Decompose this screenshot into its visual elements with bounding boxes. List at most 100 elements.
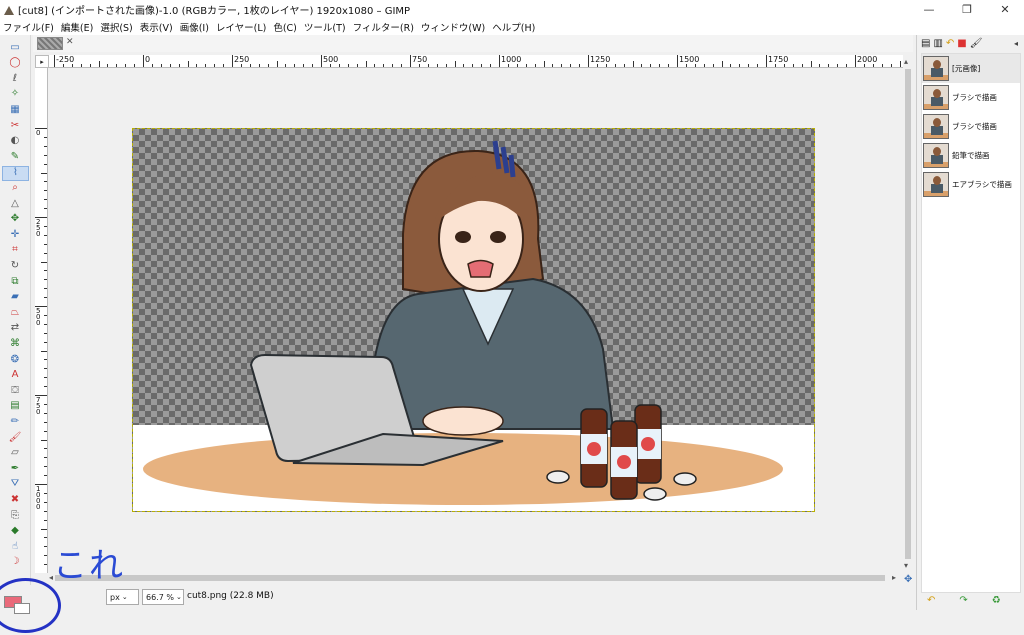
ruler-label: 750 <box>36 396 41 416</box>
ruler-minor-tick <box>44 368 47 370</box>
image-tab-thumbnail[interactable] <box>37 37 63 50</box>
horizontal-scrollbar[interactable]: ◂ ▸ <box>49 573 904 583</box>
dock-menu-icon[interactable]: ◂ <box>1014 39 1018 48</box>
history-item[interactable]: エアブラシで描画 <box>922 170 1020 199</box>
scale-icon[interactable]: ⧉ <box>8 275 22 288</box>
menu-item[interactable]: フィルター(R) <box>353 20 414 34</box>
ruler-minor-tick <box>44 430 47 432</box>
free-select-icon[interactable]: ℓ <box>8 72 22 85</box>
quick-mask-toggle[interactable]: ▸ <box>35 55 49 68</box>
navigate-icon[interactable]: ✥ <box>904 574 912 585</box>
dock-tabs: ▤ ▥ ↶ ■ 🖌 <box>921 38 982 49</box>
ruler-minor-tick <box>44 270 47 272</box>
ruler-minor-tick <box>872 64 874 67</box>
crop-icon[interactable]: ⌗ <box>8 244 22 257</box>
layers-tab-icon[interactable]: ▤ <box>921 38 930 49</box>
menu-item[interactable]: 選択(S) <box>100 20 132 34</box>
brushes-tab-icon[interactable]: ■ <box>957 38 966 49</box>
ruler-minor-tick <box>356 64 358 67</box>
horizontal-scroll-thumb[interactable] <box>55 575 885 581</box>
channels-tab-icon[interactable]: ▥ <box>933 38 942 49</box>
rotate-icon[interactable]: ↻ <box>8 259 22 272</box>
ruler-minor-tick <box>44 466 47 468</box>
canvas-area[interactable] <box>49 69 904 573</box>
restore-button[interactable]: ❐ <box>948 0 986 19</box>
redo-icon[interactable]: ↷ <box>959 595 967 606</box>
menu-item[interactable]: 色(C) <box>273 20 297 34</box>
undo-history-tab-icon[interactable]: ↶ <box>946 38 954 49</box>
fuzzy-select-icon[interactable]: ✧ <box>8 88 22 101</box>
bucket-fill-icon[interactable]: ⛋ <box>8 384 22 397</box>
text-icon[interactable]: A <box>8 369 22 382</box>
menu-item[interactable]: 編集(E) <box>61 20 93 34</box>
ruler-label: 2000 <box>857 55 878 64</box>
zoom-icon[interactable]: ⌕ <box>8 181 22 194</box>
rect-select-icon[interactable]: ▭ <box>8 41 22 54</box>
menu-item[interactable]: ツール(T) <box>304 20 346 34</box>
unit-selector[interactable]: px ⌄ <box>106 589 139 605</box>
ruler-minor-tick <box>312 64 314 67</box>
menu-item[interactable]: ヘルプ(H) <box>492 20 535 34</box>
ruler-label: 0 <box>145 55 151 64</box>
minimize-button[interactable]: — <box>910 0 948 19</box>
clone-icon[interactable]: ⎘ <box>8 509 22 522</box>
ink-icon[interactable]: ⛛ <box>8 478 22 491</box>
measure-icon[interactable]: △ <box>8 197 22 210</box>
ruler-minor-tick <box>721 61 723 67</box>
airbrush-icon[interactable]: ✒ <box>8 462 22 475</box>
paths-icon[interactable]: ✎ <box>8 150 22 163</box>
ruler-minor-tick <box>294 64 296 67</box>
smudge-icon[interactable]: ☝ <box>8 540 22 553</box>
undo-icon[interactable]: ↶ <box>927 595 935 606</box>
ruler-minor-tick <box>463 64 465 67</box>
ruler-minor-tick <box>383 64 385 67</box>
paintbrush-icon[interactable]: 🖌 <box>8 431 22 444</box>
history-item[interactable]: ブラシで描画 <box>922 112 1020 141</box>
ruler-minor-tick <box>819 64 821 67</box>
scroll-down-icon[interactable]: ▾ <box>904 561 908 570</box>
menu-item[interactable]: 画像(I) <box>180 20 209 34</box>
shear-icon[interactable]: ▰ <box>8 291 22 304</box>
ruler-minor-tick <box>134 64 136 67</box>
color-select-icon[interactable]: ▦ <box>8 103 22 116</box>
ruler-minor-tick <box>418 64 420 67</box>
ruler-label: 1000 <box>36 485 41 511</box>
blend-icon[interactable]: ▤ <box>8 400 22 413</box>
close-button[interactable]: ✕ <box>986 0 1024 19</box>
paintbrush-tab-icon[interactable]: 🖌 <box>970 38 983 49</box>
scissors-icon[interactable]: ✂ <box>8 119 22 132</box>
align-icon[interactable]: ✛ <box>8 228 22 241</box>
pencil-icon[interactable]: ✏ <box>8 415 22 428</box>
vertical-scroll-thumb[interactable] <box>905 69 911 559</box>
eraser-icon[interactable]: ▱ <box>8 447 22 460</box>
history-item[interactable]: ブラシで描画 <box>922 83 1020 112</box>
scroll-right-icon[interactable]: ▸ <box>892 573 896 582</box>
menu-item[interactable]: 表示(V) <box>140 20 173 34</box>
move-icon[interactable]: ✥ <box>8 213 22 226</box>
menu-item[interactable]: レイヤー(L) <box>216 20 266 34</box>
menu-item[interactable]: ファイル(F) <box>3 20 54 34</box>
heal-icon[interactable]: ✖ <box>8 493 22 506</box>
ruler-minor-tick <box>436 64 438 67</box>
ellipse-select-icon[interactable]: ◯ <box>8 57 22 70</box>
clear-history-icon[interactable]: ♻ <box>992 595 1001 606</box>
dodge-icon[interactable]: ☽ <box>8 556 22 569</box>
blur-icon[interactable]: ◆ <box>8 525 22 538</box>
zoom-selector[interactable]: 66.7 % ⌄ <box>142 589 184 605</box>
menu-item[interactable]: ウィンドウ(W) <box>421 20 485 34</box>
history-item[interactable]: [元画像] <box>922 54 1020 83</box>
warp-icon[interactable]: ❂ <box>8 353 22 366</box>
cage-icon[interactable]: ⌘ <box>8 337 22 350</box>
scroll-up-icon[interactable]: ▴ <box>904 57 908 66</box>
perspective-icon[interactable]: ⏢ <box>8 306 22 319</box>
color-picker-icon[interactable]: ⌇ <box>2 165 29 181</box>
ruler-minor-tick <box>570 64 572 67</box>
vertical-scrollbar[interactable]: ▴ ▾ <box>903 55 913 573</box>
vertical-ruler: 0 250 500 750 1000 <box>35 68 48 573</box>
close-tab-icon[interactable]: ✕ <box>66 37 74 47</box>
annotation-circle <box>0 578 61 633</box>
flip-icon[interactable]: ⇄ <box>8 322 22 335</box>
history-item[interactable]: 鉛筆で描画 <box>922 141 1020 170</box>
image-canvas[interactable] <box>132 128 815 512</box>
foreground-select-icon[interactable]: ◐ <box>8 135 22 148</box>
